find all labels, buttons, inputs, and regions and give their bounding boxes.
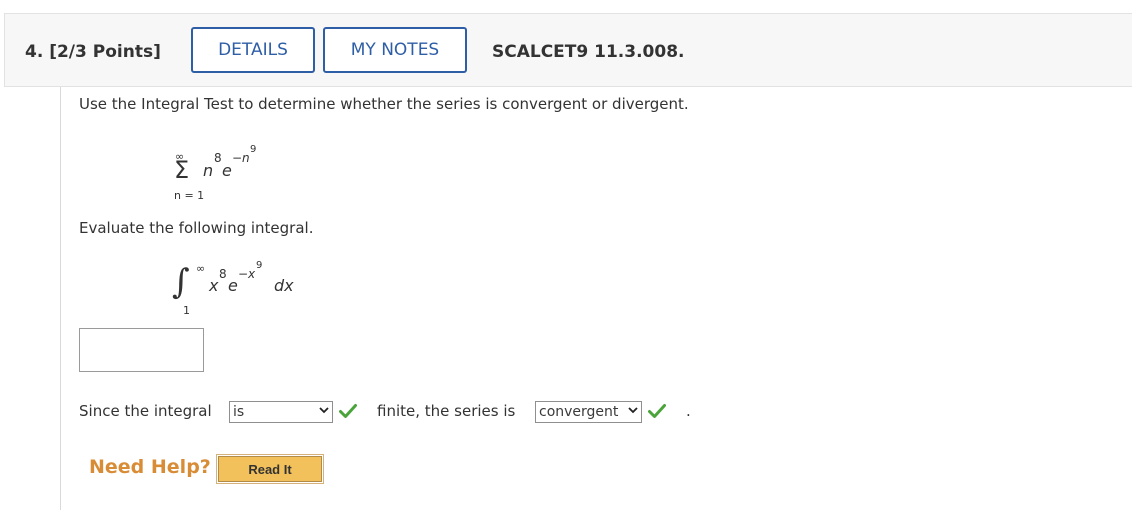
series-base: n bbox=[203, 161, 214, 180]
checkmark-icon bbox=[339, 403, 357, 419]
series-base-exponent: 8 bbox=[214, 151, 222, 165]
integral-base-exponent: 8 bbox=[219, 267, 227, 281]
integral-e-exponent: −x bbox=[238, 267, 256, 281]
evaluate-prompt: Evaluate the following integral. bbox=[79, 219, 314, 237]
integral-e: e bbox=[228, 276, 238, 295]
series-convergence-select[interactable]: convergent bbox=[535, 401, 642, 423]
sigma-symbol: Σ bbox=[174, 156, 190, 184]
integral-lower-limit: 1 bbox=[183, 304, 190, 317]
question-left-rule bbox=[60, 87, 61, 510]
series-convergence-select-value: convergent bbox=[539, 404, 619, 420]
integral-inner-exponent: 9 bbox=[256, 260, 263, 271]
checkmark-icon bbox=[648, 403, 666, 419]
integral-symbol: ∫ bbox=[172, 262, 190, 302]
question-prompt: Use the Integral Test to determine wheth… bbox=[79, 95, 689, 113]
integral-answer-input[interactable] bbox=[79, 328, 204, 372]
question-header: 4. [2/3 Points] DETAILS MY NOTES SCALCET… bbox=[4, 13, 1132, 87]
integral-differential: dx bbox=[274, 276, 294, 295]
textbook-source-code: SCALCET9 11.3.008. bbox=[492, 42, 685, 62]
need-help-label: Need Help? bbox=[89, 456, 211, 478]
question-points-label: 4. [2/3 Points] bbox=[25, 42, 161, 62]
since-integral-text: Since the integral bbox=[79, 402, 212, 420]
chevron-down-icon bbox=[628, 407, 638, 417]
sentence-period: . bbox=[686, 402, 691, 420]
integral-finite-select-value: is bbox=[233, 404, 245, 420]
my-notes-button[interactable]: MY NOTES bbox=[323, 27, 467, 73]
finite-series-text: finite, the series is bbox=[377, 402, 516, 420]
series-e-exponent: −n bbox=[232, 151, 250, 165]
details-button[interactable]: DETAILS bbox=[191, 27, 315, 73]
chevron-down-icon bbox=[319, 407, 329, 417]
series-lower-limit: n = 1 bbox=[174, 189, 205, 202]
integral-upper-limit: ∞ bbox=[196, 262, 206, 275]
series-e: e bbox=[222, 161, 232, 180]
integral-base: x bbox=[209, 276, 219, 295]
integral-finite-select[interactable]: is bbox=[229, 401, 333, 423]
series-inner-exponent: 9 bbox=[250, 144, 257, 155]
read-it-button[interactable]: Read It bbox=[216, 454, 324, 484]
